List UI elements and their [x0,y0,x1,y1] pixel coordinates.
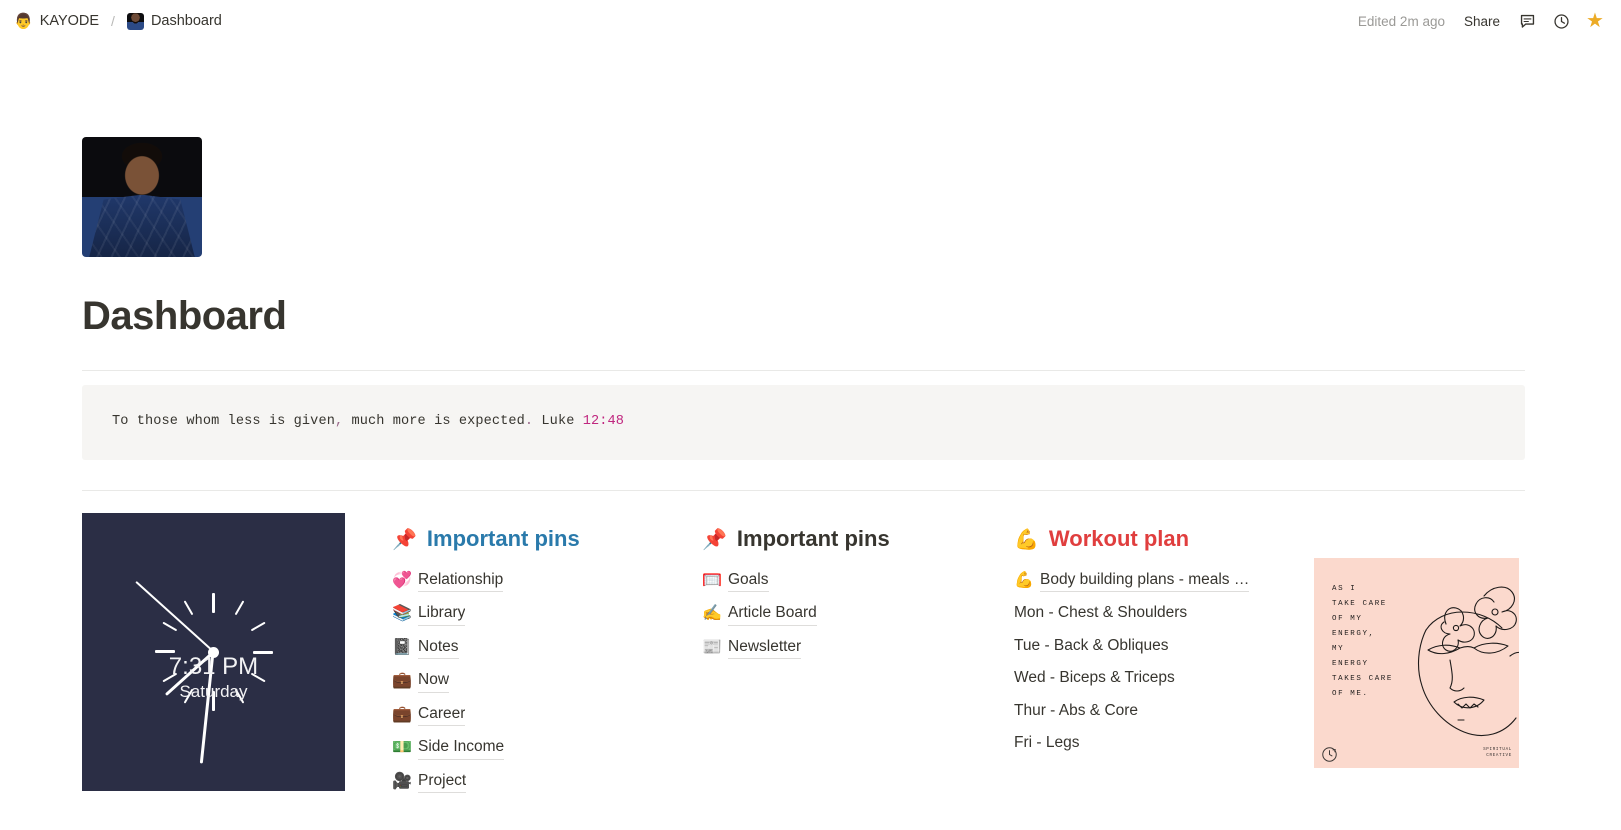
clock-day: Saturday [179,681,248,701]
goal-net-icon: 🥅 [702,571,722,589]
link-body-building-plans[interactable]: Body building plans - meals … [1040,569,1250,593]
clock-history-icon [1553,13,1569,29]
cover-spacer [82,42,1525,137]
divider-bottom [82,490,1525,492]
pushpin-icon: 📌 [702,528,727,551]
link-side-income[interactable]: Side Income [418,736,505,760]
column-workout-plan: 💪 Workout plan 💪 Body building plans - m… [1014,513,1314,759]
briefcase-icon: 💼 [392,705,412,723]
list-item[interactable]: 📚 Library [392,597,678,630]
link-project[interactable]: Project [418,770,467,794]
quote-comma: , [334,414,344,429]
pins-left-heading: 📌 Important pins [392,525,678,554]
money-icon: 💵 [392,739,412,757]
person-icon: 👨 [14,12,33,30]
breadcrumb-workspace-label: KAYODE [39,13,100,29]
quote-verse: 12:48 [582,414,625,429]
books-icon: 📚 [392,605,412,623]
column-important-pins-left: 📌 Important pins 💞 Relationship 📚 Librar… [392,513,702,798]
clock-second-hand [134,581,215,654]
illustration-quote: AS I TAKE CARE OF MY ENERGY, MY ENERGY T… [1332,585,1394,699]
flexed-biceps-icon: 💪 [1014,571,1034,589]
quote-text-middle: much more is expected [343,414,525,429]
list-item[interactable]: 💵 Side Income [392,731,678,764]
link-notes[interactable]: Notes [418,636,459,660]
page-profile-photo[interactable] [82,137,202,257]
analog-clock-widget[interactable]: 7:31 PM Saturday [82,513,345,792]
workout-day-mon: Mon - Chest & Shoulders [1014,604,1188,622]
link-now[interactable]: Now [418,669,450,693]
movie-camera-icon: 🎥 [392,772,412,790]
breadcrumb-separator: / [111,13,115,29]
list-item[interactable]: 🎥 Project [392,765,678,798]
pins-right-heading: 📌 Important pins [702,525,990,554]
quote-text-before: To those whom less is given [112,414,335,429]
list-item[interactable]: 📰 Newsletter [702,631,990,664]
line-art-quote-image[interactable]: AS I TAKE CARE OF MY ENERGY, MY ENERGY T… [1314,558,1519,769]
quote-code-block[interactable]: To those whom less is given, much more i… [82,385,1525,461]
star-icon: ★ [1586,10,1604,32]
pins-right-title: Important pins [736,526,890,552]
quote-reference-label: Luke [533,414,583,429]
share-button[interactable]: Share [1457,11,1507,32]
list-item[interactable]: 💪 Body building plans - meals … [1014,564,1290,597]
page-title: Dashboard [82,294,287,338]
briefcase-icon: 💼 [392,672,412,690]
columns-layout: 7:31 PM Saturday 📌 Important pins 💞 Rela… [82,513,1525,798]
comment-button[interactable] [1513,7,1541,35]
column-clock: 7:31 PM Saturday [82,513,392,792]
revolving-hearts-icon: 💞 [392,571,412,589]
list-item[interactable]: 💼 Career [392,698,678,731]
workout-day-wed: Wed - Biceps & Triceps [1014,669,1175,687]
link-library[interactable]: Library [418,602,466,626]
breadcrumb-workspace[interactable]: 👨 KAYODE [10,11,103,31]
writing-hand-icon: ✍ [702,605,722,623]
column-illustration: AS I TAKE CARE OF MY ENERGY, MY ENERGY T… [1314,513,1544,769]
link-relationship[interactable]: Relationship [418,569,504,593]
breadcrumb-page-label: Dashboard [150,13,222,29]
favorite-button[interactable]: ★ [1581,7,1609,35]
clock-digital-readout: 7:31 PM Saturday [82,652,345,702]
list-item[interactable]: ✍ Article Board [702,597,990,630]
workout-day-thur: Thur - Abs & Core [1014,701,1139,719]
notebook-icon: 📓 [392,638,412,656]
workout-heading: 💪 Workout plan [1014,525,1290,554]
list-item[interactable]: 💼 Now [392,664,678,697]
link-career[interactable]: Career [418,703,466,727]
newspaper-icon: 📰 [702,638,722,656]
page-photo-icon [126,12,144,30]
divider-top [82,370,1525,371]
face-line-art [1417,586,1519,737]
top-bar-actions: Edited 2m ago Share ★ [1352,7,1609,35]
workout-day-fri: Fri - Legs [1014,734,1080,752]
pushpin-icon: 📌 [392,528,417,551]
breadcrumb: 👨 KAYODE / Dashboard [10,11,226,32]
list-item[interactable]: 🥅 Goals [702,564,990,597]
list-item[interactable]: 📓 Notes [392,631,678,664]
link-goals[interactable]: Goals [728,569,769,593]
history-button[interactable] [1547,7,1575,35]
workout-day-tue: Tue - Back & Obliques [1014,636,1169,654]
illustration-signature: SPIRITUAL CREATIVE [1483,747,1512,759]
flexed-biceps-icon: 💪 [1014,528,1039,551]
comment-icon [1520,14,1534,28]
list-item[interactable]: 💞 Relationship [392,564,678,597]
quote-period: . [524,414,534,429]
page-content: Dashboard To those whom less is given, m… [0,42,1621,798]
breadcrumb-page[interactable]: Dashboard [123,11,226,32]
pins-left-title: Important pins [426,526,580,552]
edited-timestamp[interactable]: Edited 2m ago [1352,11,1451,32]
workout-title: Workout plan [1048,526,1190,552]
link-article-board[interactable]: Article Board [728,602,817,626]
clock-time: 7:31 PM [168,653,259,681]
column-important-pins-right: 📌 Important pins 🥅 Goals ✍ Article Board… [702,513,1014,664]
link-newsletter[interactable]: Newsletter [728,636,802,660]
top-bar: 👨 KAYODE / Dashboard Edited 2m ago Share… [0,0,1621,42]
refresh-icon[interactable] [1321,746,1338,763]
